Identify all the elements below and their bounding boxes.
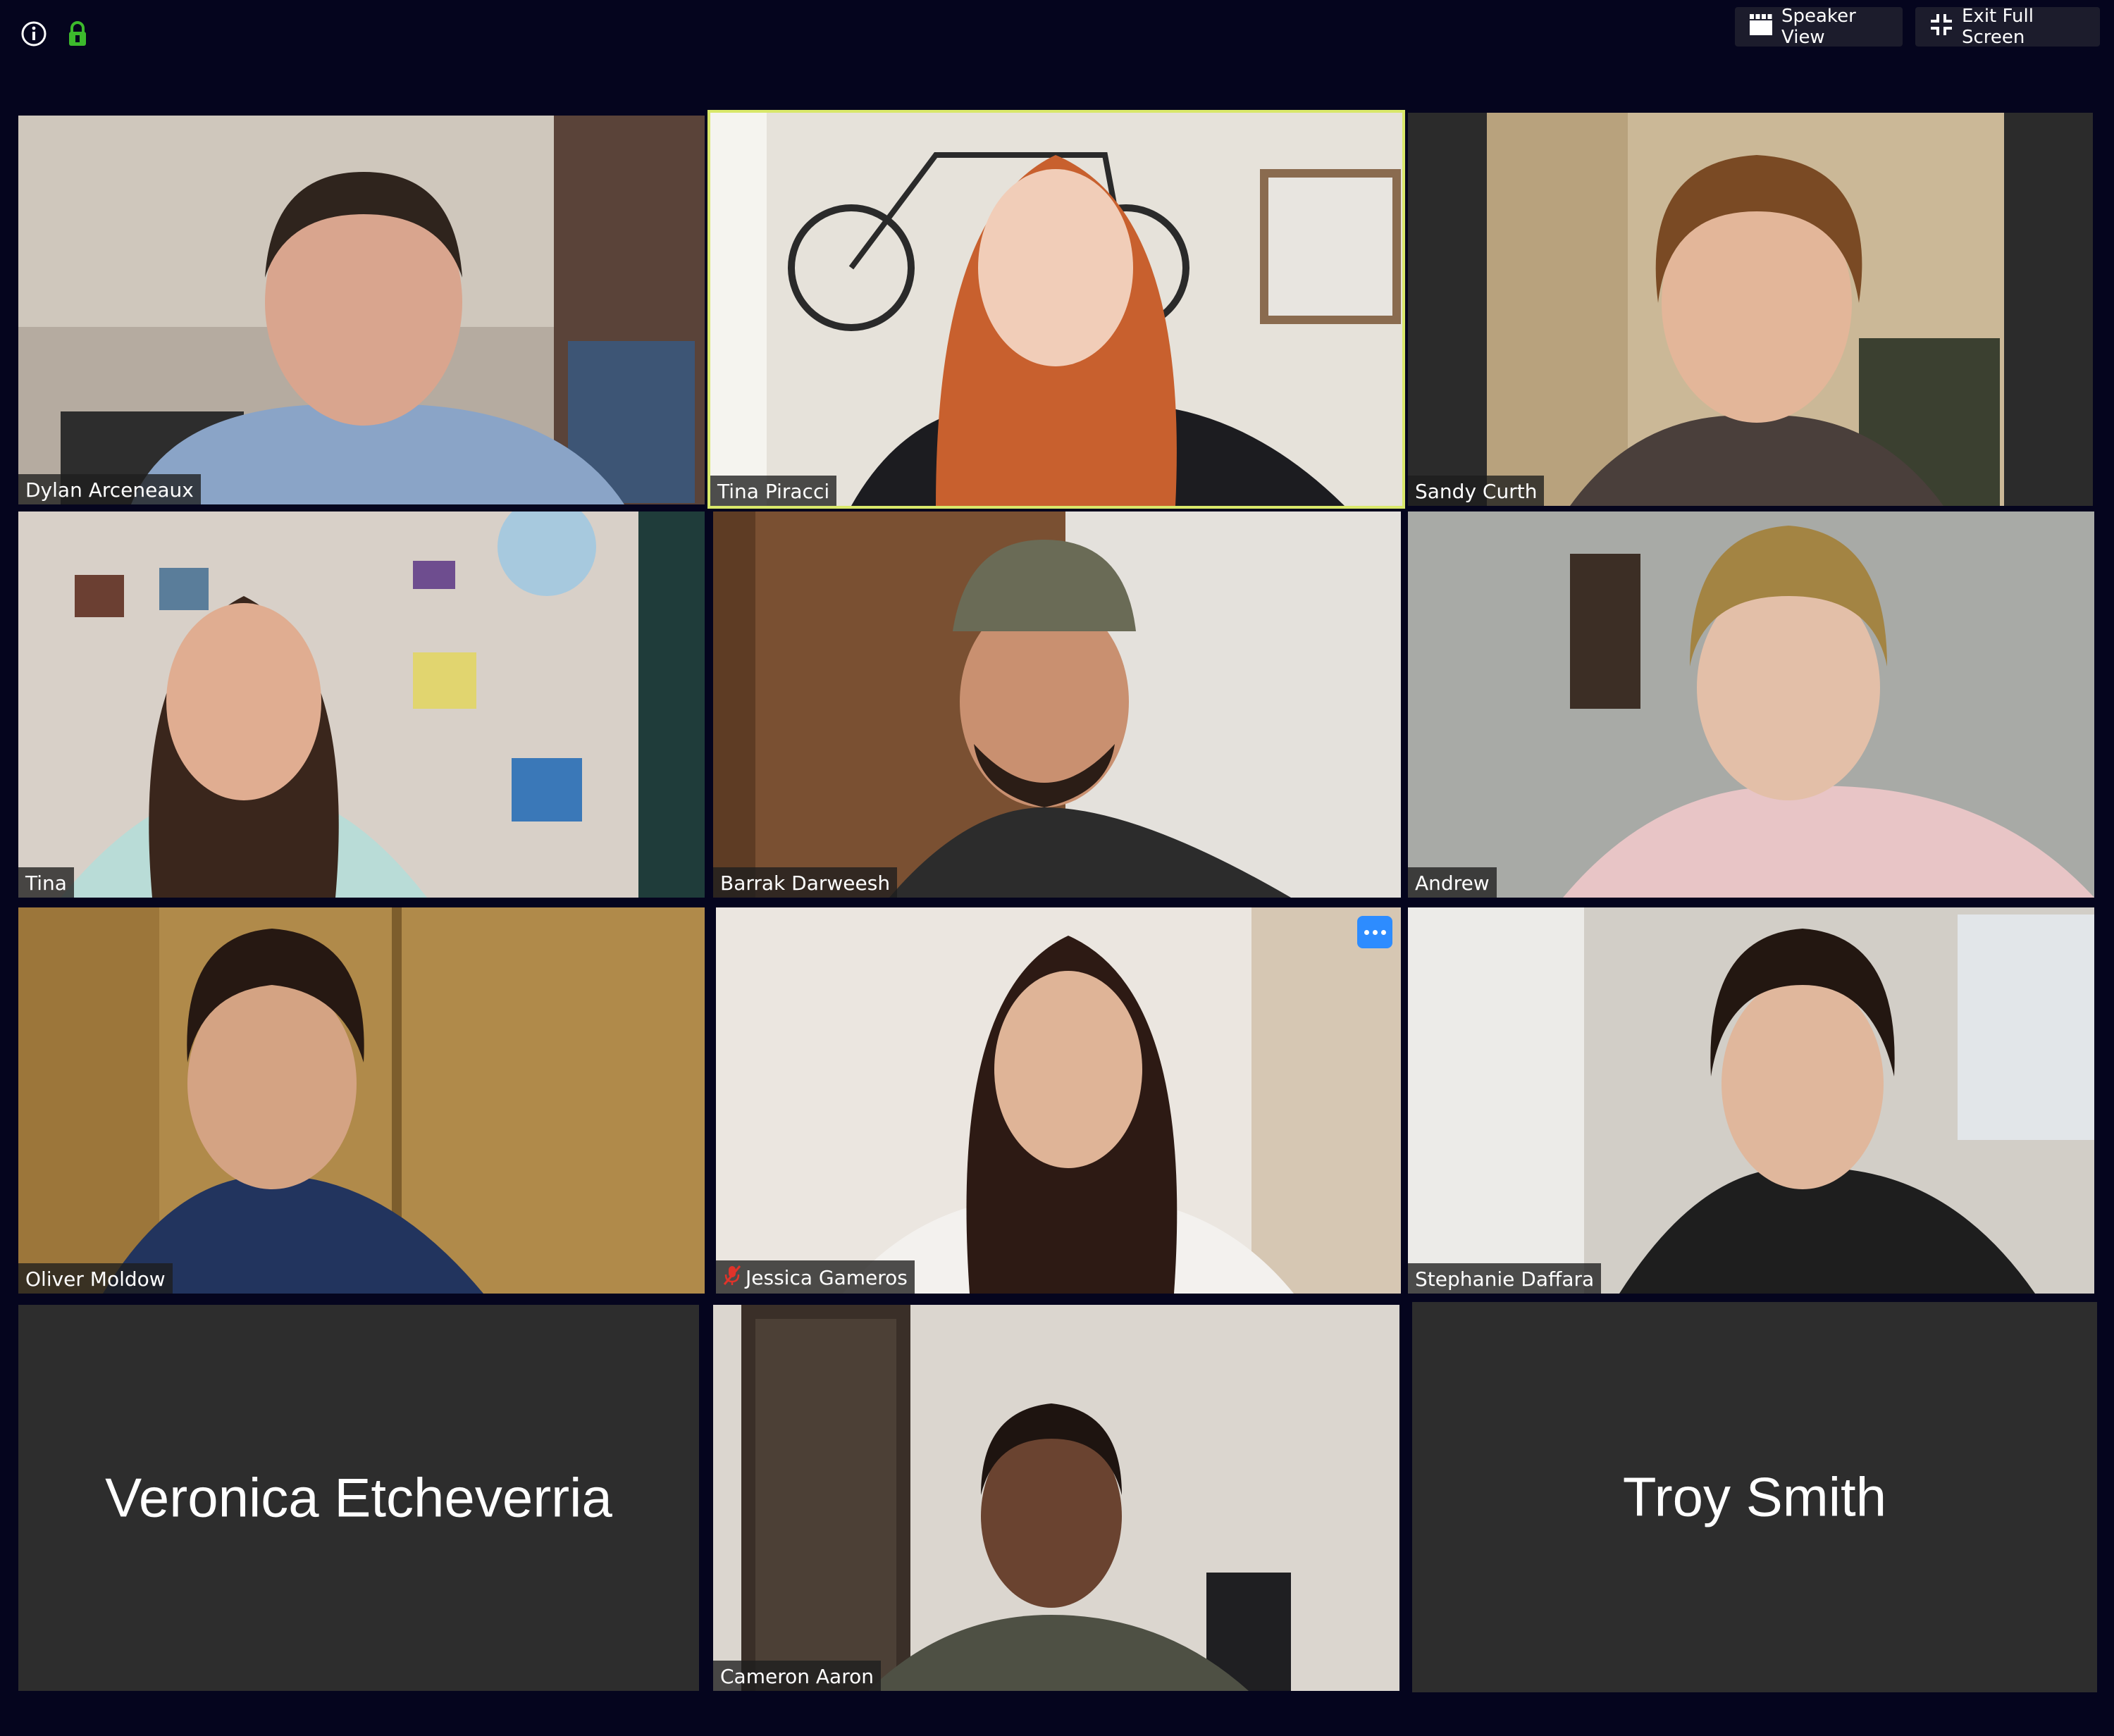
participant-name-tag: Tina Piracci <box>710 476 837 506</box>
participant-video <box>713 512 1401 898</box>
participant-name: Jessica Gameros <box>746 1266 908 1289</box>
participant-name-tag: Dylan Arceneaux <box>18 474 201 504</box>
speaker-view-button[interactable]: Speaker View <box>1735 6 1903 48</box>
participant-name: Sandy Curth <box>1415 480 1538 503</box>
participant-video <box>1408 907 2094 1294</box>
video-off-tile[interactable]: Troy Smith <box>1412 1302 2097 1692</box>
participant-name-tag: Barrak Darweesh <box>713 867 898 898</box>
encryption-lock-icon[interactable] <box>63 20 92 48</box>
participant-name: Andrew <box>1415 872 1490 895</box>
participant-video <box>1408 113 2093 506</box>
participant-name: Tina Piracci <box>717 480 830 503</box>
participant-video <box>716 907 1401 1294</box>
participant-video <box>18 116 705 504</box>
participant-video <box>18 907 705 1294</box>
video-tile[interactable]: Sandy Curth <box>1408 113 2093 506</box>
participant-name-tag: Oliver Moldow <box>18 1263 173 1294</box>
video-tile[interactable]: Jessica Gameros <box>716 907 1401 1294</box>
participant-video <box>18 512 705 898</box>
speaker-view-icon <box>1749 13 1773 41</box>
exit-full-screen-button[interactable]: Exit Full Screen <box>1915 6 2100 48</box>
participant-video <box>1408 512 2094 898</box>
video-tile[interactable]: Stephanie Daffara <box>1408 907 2094 1294</box>
participant-name: Stephanie Daffara <box>1415 1267 1595 1291</box>
participant-name-large: Troy Smith <box>1622 1465 1887 1528</box>
participant-name-tag: Sandy Curth <box>1408 476 1545 506</box>
video-tile[interactable]: Cameron Aaron <box>713 1305 1399 1691</box>
info-icon[interactable] <box>20 20 48 48</box>
video-tile[interactable]: Andrew <box>1408 512 2094 898</box>
speaker-view-label: Speaker View <box>1781 6 1856 48</box>
more-options-button[interactable] <box>1357 916 1392 948</box>
participant-name-tag: Jessica Gameros <box>716 1260 915 1294</box>
microphone-muted-icon <box>723 1265 741 1291</box>
participant-video <box>710 113 1402 506</box>
video-tile[interactable]: Oliver Moldow <box>18 907 705 1294</box>
participant-name-tag: Andrew <box>1408 867 1497 898</box>
exit-full-screen-icon <box>1929 13 1953 42</box>
participant-name: Barrak Darweesh <box>720 872 891 895</box>
participant-name-large: Veronica Etcheverria <box>105 1466 612 1529</box>
video-tile-active-speaker[interactable]: Tina Piracci <box>707 110 1405 509</box>
participant-name: Cameron Aaron <box>720 1665 874 1688</box>
participant-name: Dylan Arceneaux <box>25 478 194 502</box>
participant-video <box>713 1305 1399 1691</box>
video-off-tile[interactable]: Veronica Etcheverria <box>18 1305 699 1691</box>
participant-name-tag: Tina <box>18 867 74 898</box>
participant-name: Oliver Moldow <box>25 1267 166 1291</box>
video-tile[interactable]: Dylan Arceneaux <box>18 116 705 504</box>
exit-full-screen-label: Exit Full Screen <box>1962 6 2034 48</box>
participant-name-tag: Cameron Aaron <box>713 1661 881 1691</box>
video-tile[interactable]: Barrak Darweesh <box>713 512 1401 898</box>
participant-name: Tina <box>25 872 67 895</box>
video-tile[interactable]: Tina <box>18 512 705 898</box>
participant-name-tag: Stephanie Daffara <box>1408 1263 1602 1294</box>
